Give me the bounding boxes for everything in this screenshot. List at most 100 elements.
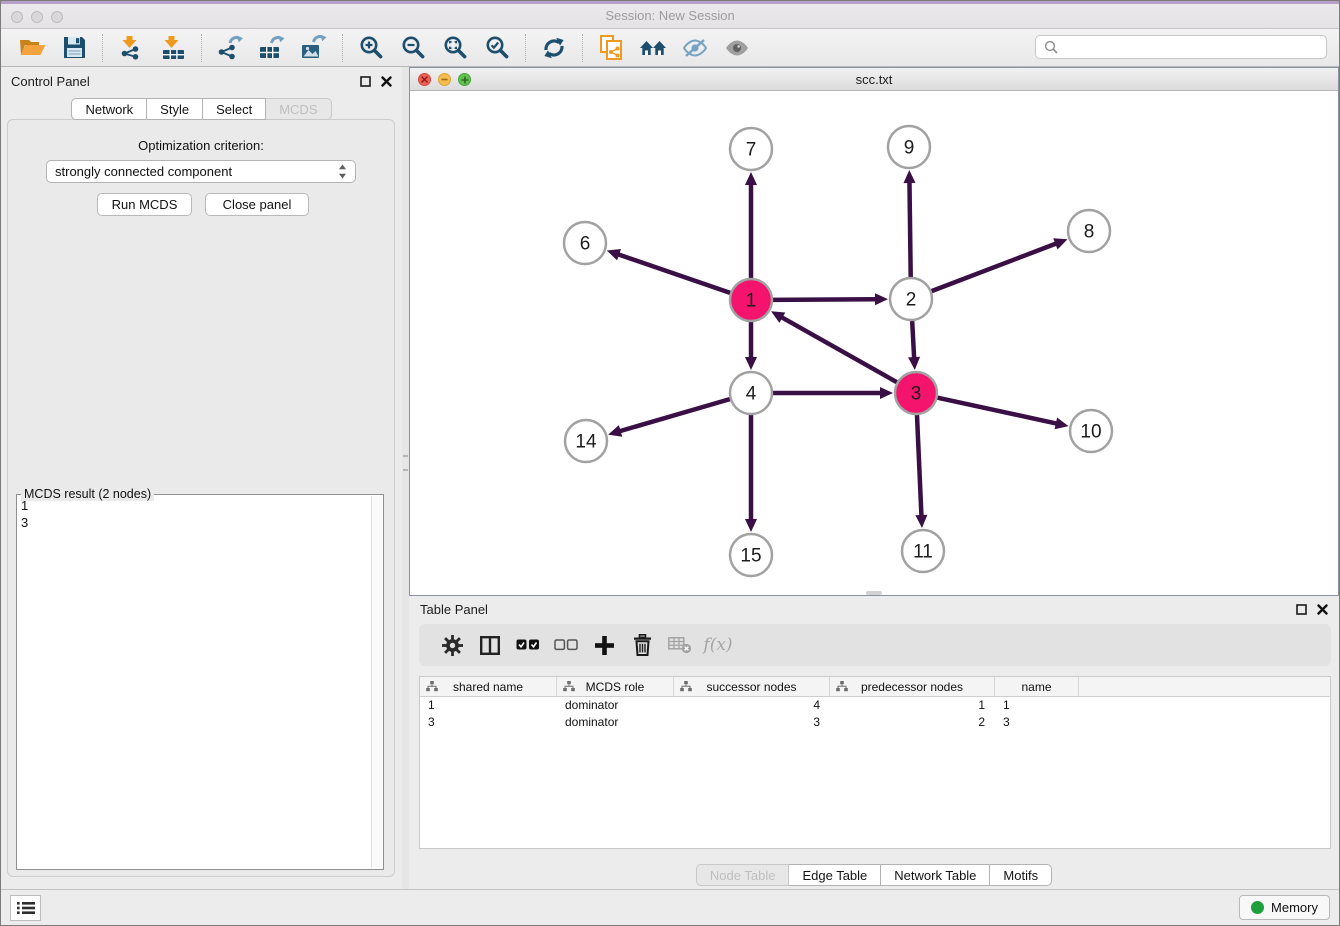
duplicate-network-icon[interactable] (590, 31, 632, 65)
memory-button[interactable]: Memory (1239, 895, 1330, 920)
graph-node-11[interactable]: 11 (902, 530, 944, 572)
tab-select[interactable]: Select (203, 98, 266, 120)
mcds-result-list[interactable]: 13 (21, 497, 369, 867)
network-overview-icon[interactable] (632, 31, 674, 65)
network-resize-grip[interactable] (866, 591, 882, 595)
column-header-name[interactable]: name (995, 677, 1079, 696)
column-header-predecessor-nodes[interactable]: predecessor nodes (830, 677, 995, 696)
task-history-button[interactable] (10, 895, 41, 921)
apply-preferred-layout-icon[interactable] (533, 31, 575, 65)
result-scrollbar[interactable] (371, 496, 382, 868)
zoom-fit-icon[interactable] (434, 31, 476, 65)
create-column-icon[interactable] (585, 627, 623, 663)
close-panel-icon[interactable] (381, 76, 392, 87)
graph-edge-1-6[interactable] (607, 249, 730, 293)
control-panel: Control Panel NetworkStyleSelectMCDS Opt… (1, 67, 402, 889)
graph-edge-4-14[interactable] (608, 399, 730, 437)
tab-mcds[interactable]: MCDS (266, 98, 331, 120)
open-session-icon[interactable] (11, 31, 53, 65)
search-input[interactable] (1035, 35, 1327, 59)
function-builder-icon: f(x) (699, 627, 737, 663)
task-list-icon (17, 901, 35, 915)
graph-edge-1-7[interactable] (745, 172, 757, 278)
import-network-icon[interactable] (110, 31, 152, 65)
graph-edge-2-3[interactable] (908, 321, 920, 370)
graph-edge-3-1[interactable] (771, 311, 897, 382)
save-session-icon[interactable] (53, 31, 95, 65)
svg-text:11: 11 (913, 542, 933, 563)
graph-edge-3-10[interactable] (937, 398, 1068, 430)
graph-node-14[interactable]: 14 (565, 420, 607, 462)
graph-edge-1-4[interactable] (745, 322, 757, 370)
tab-network[interactable]: Network (71, 98, 147, 120)
graph-edge-4-3[interactable] (773, 387, 893, 399)
float-panel-icon[interactable] (360, 76, 371, 87)
show-column-panel-icon[interactable] (471, 627, 509, 663)
zoom-in-icon[interactable] (350, 31, 392, 65)
network-canvas[interactable]: 1 2 3 4 6 7 8 9 10 11 14 15 (410, 91, 1338, 595)
graph-node-9[interactable]: 9 (888, 126, 930, 168)
graph-edge-2-9[interactable] (903, 170, 915, 277)
graph-node-3[interactable]: 3 (895, 372, 937, 414)
delete-table-icon (661, 627, 699, 663)
table-toolbar: f(x) (419, 624, 1331, 666)
column-header-shared-name[interactable]: shared name (420, 677, 557, 696)
graph-edge-3-11[interactable] (915, 415, 927, 528)
graph-node-10[interactable]: 10 (1070, 410, 1112, 452)
graph-edge-1-2[interactable] (773, 293, 888, 305)
close-table-panel-icon[interactable] (1317, 604, 1328, 615)
column-header-successor-nodes[interactable]: successor nodes (674, 677, 830, 696)
criterion-select[interactable]: strongly connected component (46, 160, 356, 183)
graph-node-1[interactable]: 1 (730, 279, 772, 321)
graph-node-4[interactable]: 4 (730, 372, 772, 414)
select-spinner-icon (338, 164, 347, 179)
tab-motifs[interactable]: Motifs (990, 864, 1052, 886)
graph-edge-4-15[interactable] (745, 415, 757, 532)
export-network-icon[interactable] (209, 31, 251, 65)
graph-edge-2-8[interactable] (932, 238, 1068, 291)
table-settings-icon[interactable] (433, 627, 471, 663)
optimization-criterion-label: Optimization criterion: (8, 138, 394, 153)
delete-columns-icon[interactable] (623, 627, 661, 663)
zoom-out-icon[interactable] (392, 31, 434, 65)
column-header-MCDS-role[interactable]: MCDS role (557, 677, 674, 696)
table-row[interactable]: 3dominator323 (420, 714, 1330, 731)
tab-edge-table[interactable]: Edge Table (789, 864, 881, 886)
import-table-icon[interactable] (152, 31, 194, 65)
criterion-value: strongly connected component (55, 164, 232, 179)
title-bar: Session: New Session (1, 1, 1339, 29)
graph-node-8[interactable]: 8 (1068, 210, 1110, 252)
graph-node-15[interactable]: 15 (730, 534, 772, 576)
graph-node-2[interactable]: 2 (890, 278, 932, 320)
export-image-icon[interactable] (293, 31, 335, 65)
toolbar-separator (201, 34, 202, 62)
network-title: scc.txt (410, 72, 1338, 87)
svg-text:14: 14 (575, 432, 597, 453)
mcds-result-box: MCDS result (2 nodes) 13 (16, 494, 384, 870)
graph-node-6[interactable]: 6 (564, 222, 606, 264)
run-mcds-button[interactable]: Run MCDS (97, 193, 192, 216)
table-row[interactable]: 1dominator411 (420, 697, 1330, 714)
hide-graphics-details-icon[interactable] (674, 31, 716, 65)
float-table-panel-icon[interactable] (1296, 604, 1307, 615)
table-cell: 1 (420, 697, 557, 714)
svg-text:6: 6 (580, 234, 591, 255)
mcds-result-line: 1 (21, 497, 369, 514)
close-panel-button[interactable]: Close panel (205, 193, 309, 216)
table-panel: Table Panel f(x) shared nameMCDS rolesuc… (409, 596, 1339, 889)
panel-splitter[interactable] (402, 67, 409, 889)
select-all-columns-icon[interactable] (509, 627, 547, 663)
toolbar-separator (102, 34, 103, 62)
table-panel-title: Table Panel (420, 602, 488, 617)
zoom-selected-icon[interactable] (476, 31, 518, 65)
export-table-icon[interactable] (251, 31, 293, 65)
unselect-all-columns-icon[interactable] (547, 627, 585, 663)
graph-node-7[interactable]: 7 (730, 128, 772, 170)
tab-network-table[interactable]: Network Table (881, 864, 990, 886)
network-frame-titlebar[interactable]: scc.txt (410, 68, 1338, 91)
mcds-result-line: 3 (21, 514, 369, 531)
session-title: Session: New Session (1, 8, 1339, 23)
tab-style[interactable]: Style (147, 98, 203, 120)
tab-node-table[interactable]: Node Table (696, 864, 790, 886)
svg-text:3: 3 (911, 384, 922, 405)
